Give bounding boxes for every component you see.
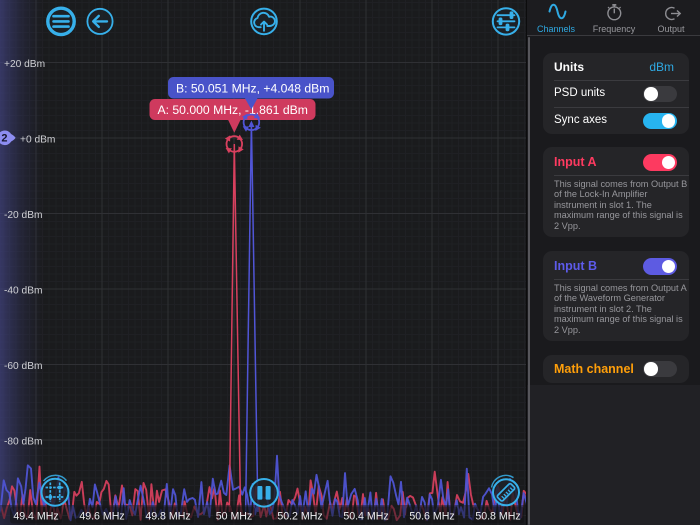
- svg-text:-20 dBm: -20 dBm: [4, 210, 43, 221]
- svg-text:-80 dBm: -80 dBm: [4, 437, 43, 448]
- svg-text:50.6 MHz: 50.6 MHz: [409, 511, 454, 523]
- svg-text:49.6 MHz: 49.6 MHz: [79, 511, 124, 523]
- svg-text:50.4 MHz: 50.4 MHz: [343, 511, 388, 523]
- svg-text:50 MHz: 50 MHz: [216, 511, 253, 523]
- svg-text:-60 dBm: -60 dBm: [4, 361, 43, 372]
- svg-text:49.8 MHz: 49.8 MHz: [145, 511, 190, 523]
- svg-text:50.8 MHz: 50.8 MHz: [475, 511, 520, 523]
- svg-text:+20 dBm: +20 dBm: [4, 59, 45, 70]
- svg-text:-40 dBm: -40 dBm: [4, 286, 43, 297]
- svg-text:49.4 MHz: 49.4 MHz: [13, 511, 58, 523]
- svg-text:A: 50.000 MHz, -1.861 dBm: A: 50.000 MHz, -1.861 dBm: [158, 103, 308, 117]
- svg-text:+0 dBm: +0 dBm: [20, 135, 55, 146]
- svg-text:50.2 MHz: 50.2 MHz: [277, 511, 322, 523]
- svg-text:2: 2: [1, 133, 7, 145]
- svg-text:B: 50.051 MHz, +4.048 dBm: B: 50.051 MHz, +4.048 dBm: [176, 81, 329, 95]
